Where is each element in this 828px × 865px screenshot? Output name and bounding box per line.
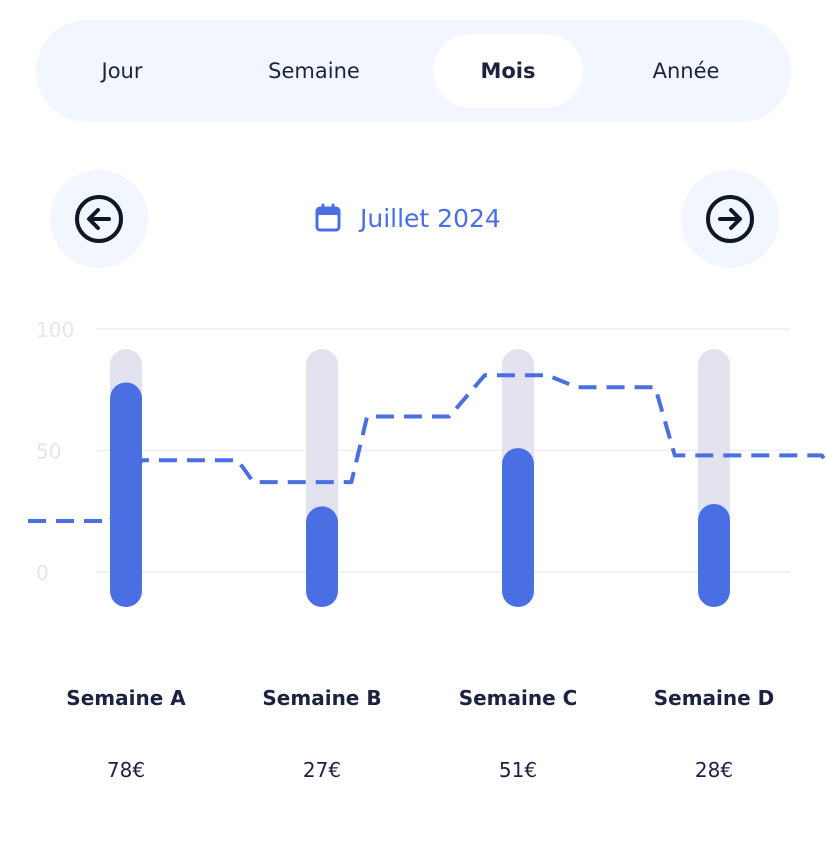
statistics-card: Jour Semaine Mois Année Juillet 2024 0 50… [0, 0, 828, 865]
tab-jour[interactable]: Jour [58, 34, 186, 108]
tab-annee[interactable]: Année [616, 34, 756, 108]
tab-semaine[interactable]: Semaine [246, 34, 382, 108]
period-label: Juillet 2024 [360, 203, 501, 233]
y-tick-label-50: 50 [36, 440, 61, 464]
tab-mois[interactable]: Mois [433, 34, 583, 108]
previous-period-button[interactable] [50, 170, 148, 268]
arrow-right-circle-icon [706, 195, 754, 243]
bar-semaine-d [698, 503, 730, 607]
amount-label-b: 27€ [302, 758, 342, 782]
spending-chart: 0 50 100 [28, 318, 828, 607]
bar-semaine-c [502, 448, 534, 607]
category-label-a: Semaine A [66, 686, 186, 710]
category-label-d: Semaine D [653, 686, 775, 710]
bar-semaine-b [306, 506, 338, 607]
amount-label-c: 51€ [498, 758, 538, 782]
y-tick-label-0: 0 [36, 561, 49, 585]
amount-label-d: 28€ [694, 758, 734, 782]
period-selector: Jour Semaine Mois Année [36, 20, 791, 122]
category-label-b: Semaine B [262, 686, 382, 710]
next-period-button[interactable] [681, 170, 779, 268]
amount-label-a: 78€ [106, 758, 146, 782]
arrow-left-circle-icon [75, 195, 123, 243]
current-period[interactable]: Juillet 2024 [314, 198, 501, 238]
calendar-icon [315, 203, 341, 232]
y-tick-label-100: 100 [36, 318, 74, 342]
category-label-c: Semaine C [458, 686, 578, 710]
